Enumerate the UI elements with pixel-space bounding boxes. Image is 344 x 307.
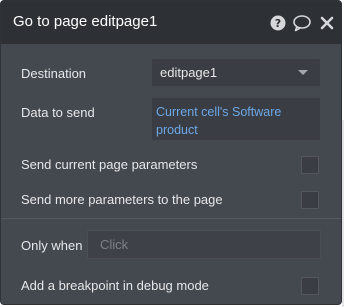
send-more-params-label: Send more parameters to the page: [21, 192, 223, 207]
data-to-send-expression[interactable]: Current cell's Software product: [156, 105, 281, 137]
chevron-down-icon: [298, 70, 308, 75]
send-more-params-checkbox[interactable]: [301, 191, 319, 209]
destination-label: Destination: [21, 66, 87, 81]
only-when-input[interactable]: [87, 230, 321, 259]
destination-dropdown[interactable]: editpage1: [152, 59, 320, 86]
workflow-action-panel: Go to page editpage1 ? Destination editp…: [0, 0, 342, 305]
data-to-send-expression-field[interactable]: Current cell's Software product: [152, 98, 320, 140]
panel-header: Go to page editpage1 ?: [1, 1, 341, 44]
send-current-params-checkbox[interactable]: [301, 156, 319, 174]
help-icon[interactable]: ?: [269, 14, 287, 32]
section-divider: [1, 218, 341, 219]
destination-value: editpage1: [160, 65, 218, 80]
data-to-send-label: Data to send: [21, 105, 95, 120]
comment-icon[interactable]: [292, 14, 311, 32]
breakpoint-checkbox[interactable]: [301, 277, 319, 295]
panel-title: Go to page editpage1: [13, 13, 158, 30]
svg-text:?: ?: [275, 17, 281, 30]
send-current-params-label: Send current page parameters: [21, 157, 198, 172]
only-when-label: Only when: [21, 238, 83, 253]
close-icon[interactable]: [319, 14, 337, 32]
breakpoint-label: Add a breakpoint in debug mode: [21, 278, 209, 293]
